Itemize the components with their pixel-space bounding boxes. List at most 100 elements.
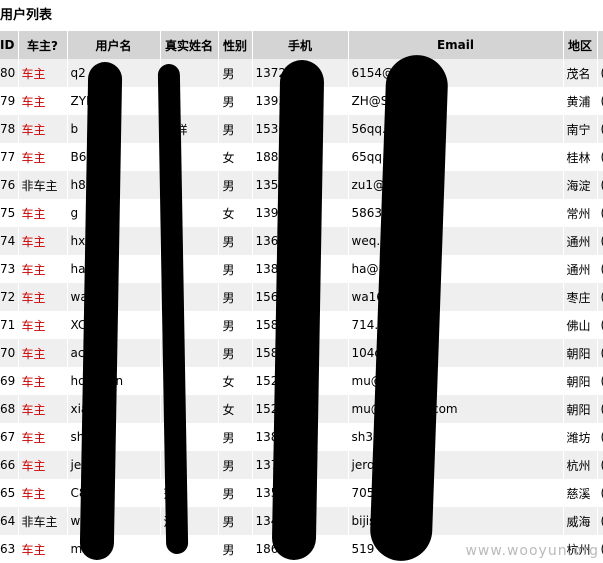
cell-region: 枣庄 [563, 283, 598, 311]
cell-region: 佛山 [563, 311, 598, 339]
cell-gender: 男 [218, 87, 253, 115]
cell-email: 6154@qq.com [348, 59, 564, 87]
cell-region: 茂名 [563, 59, 598, 87]
cell-id: 74 [0, 227, 19, 255]
cell-owner: 车主 [18, 339, 68, 367]
cell-owner: 车主 [18, 535, 68, 563]
cell-region: 常州 [563, 199, 598, 227]
cell-gender: 男 [218, 423, 253, 451]
cell-id: 75 [0, 199, 19, 227]
cell-extra: ( [597, 171, 603, 199]
cell-gender: 男 [218, 283, 253, 311]
cell-owner: 车主 [18, 479, 68, 507]
cell-region: 杭州 [563, 451, 598, 479]
cell-extra: ( [597, 507, 603, 535]
cell-owner: 车主 [18, 115, 68, 143]
cell-owner: 车主 [18, 87, 68, 115]
cell-extra: ( [597, 311, 603, 339]
col-header-owner: 车主? [18, 31, 68, 59]
col-header-email: Email [348, 31, 564, 59]
cell-gender: 女 [218, 367, 253, 395]
cell-gender: 男 [218, 479, 253, 507]
cell-extra: ( [597, 339, 603, 367]
cell-id: 64 [0, 507, 19, 535]
cell-id: 78 [0, 115, 19, 143]
cell-id: 80 [0, 59, 19, 87]
cell-owner: 车主 [18, 227, 68, 255]
cell-extra: ( [597, 451, 603, 479]
col-header-region: 地区 [563, 31, 598, 59]
col-header-phone: 手机 [252, 31, 349, 59]
cell-extra: ( [597, 367, 603, 395]
cell-id: 69 [0, 367, 19, 395]
cell-id: 71 [0, 311, 19, 339]
cell-id: 67 [0, 423, 19, 451]
cell-owner: 车主 [18, 283, 68, 311]
cell-gender: 男 [218, 115, 253, 143]
cell-gender: 女 [218, 199, 253, 227]
cell-id: 65 [0, 479, 19, 507]
cell-extra: ( [597, 283, 603, 311]
cell-id: 76 [0, 171, 19, 199]
cell-region: 慈溪 [563, 479, 598, 507]
watermark: www.wooyun.org [465, 543, 599, 559]
redaction-scribble-phone [271, 59, 325, 561]
cell-extra: ( [597, 479, 603, 507]
cell-extra: ( [597, 227, 603, 255]
cell-owner: 车主 [18, 395, 68, 423]
cell-owner: 车主 [18, 199, 68, 227]
cell-owner: 车主 [18, 59, 68, 87]
cell-gender: 男 [218, 339, 253, 367]
col-header-gender: 性别 [218, 31, 253, 59]
cell-owner: 车主 [18, 143, 68, 171]
cell-id: 72 [0, 283, 19, 311]
cell-id: 77 [0, 143, 19, 171]
cell-gender: 女 [218, 143, 253, 171]
cell-id: 63 [0, 535, 19, 563]
cell-extra: ( [597, 199, 603, 227]
cell-region: 威海 [563, 507, 598, 535]
cell-region: 桂林 [563, 143, 598, 171]
cell-owner: 非车主 [18, 507, 68, 535]
cell-owner: 车主 [18, 367, 68, 395]
cell-region: 黄浦 [563, 87, 598, 115]
cell-email: 56qq.com [348, 115, 564, 143]
cell-email: zu1@sohu.com [348, 171, 564, 199]
cell-id: 70 [0, 339, 19, 367]
cell-extra: ( [597, 423, 603, 451]
cell-region: 通州 [563, 227, 598, 255]
cell-extra: ( [597, 115, 603, 143]
cell-email: 65qq.com [348, 143, 564, 171]
cell-region: 朝阳 [563, 339, 598, 367]
cell-extra: ( [597, 255, 603, 283]
cell-gender: 男 [218, 451, 253, 479]
cell-owner: 车主 [18, 255, 68, 283]
cell-region: 朝阳 [563, 367, 598, 395]
cell-id: 66 [0, 451, 19, 479]
table-header-row: ID 车主? 用户名 真实姓名 性别 手机 Email 地区 [0, 31, 603, 59]
cell-region: 通州 [563, 255, 598, 283]
cell-extra: ( [597, 87, 603, 115]
cell-region: 海淀 [563, 171, 598, 199]
cell-gender: 男 [218, 59, 253, 87]
cell-id: 79 [0, 87, 19, 115]
cell-gender: 男 [218, 255, 253, 283]
cell-region: 潍坊 [563, 423, 598, 451]
cell-owner: 车主 [18, 451, 68, 479]
cell-owner: 车主 [18, 423, 68, 451]
cell-gender: 男 [218, 535, 253, 563]
cell-gender: 男 [218, 171, 253, 199]
cell-gender: 男 [218, 507, 253, 535]
cell-region: 朝阳 [563, 395, 598, 423]
col-header-extra [597, 31, 603, 59]
page-title: 用户列表 [0, 8, 53, 23]
cell-owner: 非车主 [18, 171, 68, 199]
col-header-realname: 真实姓名 [160, 31, 219, 59]
cell-email: ZH@SOHU.COM [348, 87, 564, 115]
cell-gender: 女 [218, 395, 253, 423]
cell-id: 68 [0, 395, 19, 423]
cell-gender: 男 [218, 311, 253, 339]
cell-extra: ( [597, 395, 603, 423]
cell-region: 南宁 [563, 115, 598, 143]
cell-extra: ( [597, 59, 603, 87]
